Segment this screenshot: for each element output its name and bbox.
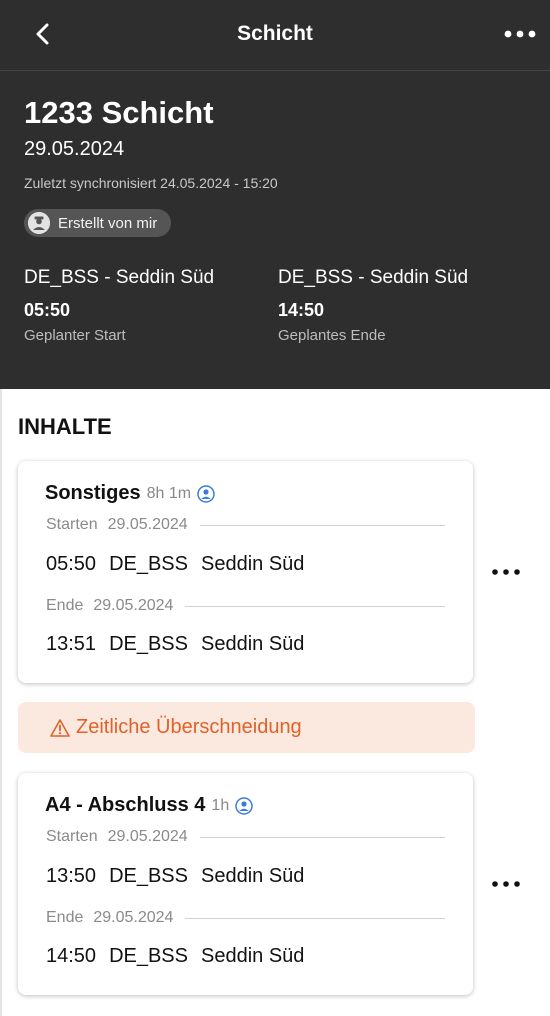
shift-title: 1233 Schicht bbox=[24, 95, 214, 130]
start-station: Seddin Süd bbox=[201, 865, 305, 887]
created-by-label: Erstellt von mir bbox=[58, 214, 158, 232]
person-circle-icon bbox=[197, 484, 215, 503]
start-label: Starten bbox=[46, 516, 98, 533]
end-station-code: DE_BSS bbox=[109, 633, 188, 655]
start-row-header: Starten 29.05.2024 bbox=[46, 828, 445, 846]
end-label: Ende bbox=[46, 909, 84, 926]
person-circle-icon bbox=[235, 796, 253, 815]
end-row-header: Ende 29.05.2024 bbox=[46, 597, 445, 615]
start-date: 29.05.2024 bbox=[107, 516, 188, 533]
start-row: 05:50 DE_BSS Seddin Süd bbox=[46, 553, 317, 576]
user-badge-icon bbox=[28, 212, 50, 234]
divider bbox=[185, 917, 445, 919]
card-title: Sonstiges 8h 1m bbox=[45, 482, 215, 505]
end-row: 13:51 DE_BSS Seddin Süd bbox=[46, 633, 317, 656]
section-title-contents: INHALTE bbox=[18, 414, 112, 439]
end-time: 14:50 bbox=[46, 945, 97, 967]
end-caption: Geplantes Ende bbox=[278, 327, 386, 344]
start-time: 13:50 bbox=[46, 865, 97, 887]
top-nav-bar: Schicht bbox=[0, 0, 550, 71]
end-station: Seddin Süd bbox=[201, 945, 305, 967]
end-date: 29.05.2024 bbox=[93, 597, 174, 614]
start-time: 05:50 bbox=[24, 300, 71, 320]
more-horizontal-icon[interactable] bbox=[490, 879, 522, 889]
end-date: 29.05.2024 bbox=[93, 909, 174, 926]
end-time: 14:50 bbox=[278, 300, 325, 320]
start-date: 29.05.2024 bbox=[107, 828, 188, 845]
warning-triangle-icon bbox=[50, 718, 70, 737]
card-name: Sonstiges bbox=[45, 482, 141, 504]
end-time: 13:51 bbox=[46, 633, 97, 655]
start-row-header: Starten 29.05.2024 bbox=[46, 516, 445, 534]
card-title: A4 - Abschluss 4 1h bbox=[45, 794, 253, 817]
card-name: A4 - Abschluss 4 bbox=[45, 794, 206, 816]
start-row: 13:50 DE_BSS Seddin Süd bbox=[46, 865, 317, 888]
end-label: Ende bbox=[46, 597, 84, 614]
overlap-warning: Zeitliche Überschneidung bbox=[18, 702, 475, 753]
divider bbox=[199, 836, 445, 838]
end-row-header: Ende 29.05.2024 bbox=[46, 909, 445, 927]
sync-status: Zuletzt synchronisiert 24.05.2024 - 15:2… bbox=[24, 175, 278, 191]
start-label: Starten bbox=[46, 828, 98, 845]
divider bbox=[199, 524, 445, 526]
more-horizontal-icon[interactable] bbox=[490, 567, 522, 577]
end-location: DE_BSS - Seddin Süd bbox=[278, 267, 469, 288]
page-title: Schicht bbox=[237, 22, 313, 45]
start-caption: Geplanter Start bbox=[24, 327, 126, 344]
shift-date: 29.05.2024 bbox=[24, 138, 125, 160]
more-options-button[interactable] bbox=[500, 22, 540, 46]
start-station: Seddin Süd bbox=[201, 553, 305, 575]
end-row: 14:50 DE_BSS Seddin Süd bbox=[46, 945, 317, 968]
card-duration: 1h bbox=[211, 796, 230, 814]
more-horizontal-icon bbox=[504, 30, 536, 38]
content-card[interactable]: A4 - Abschluss 4 1h Starten 29.05.2024 1… bbox=[18, 773, 473, 995]
start-station-code: DE_BSS bbox=[109, 865, 188, 887]
end-station: Seddin Süd bbox=[201, 633, 305, 655]
start-location: DE_BSS - Seddin Süd bbox=[24, 267, 215, 288]
warning-text: Zeitliche Überschneidung bbox=[76, 716, 302, 738]
created-by-chip: Erstellt von mir bbox=[24, 209, 172, 237]
start-station-code: DE_BSS bbox=[109, 553, 188, 575]
divider bbox=[185, 605, 445, 607]
start-time: 05:50 bbox=[46, 553, 97, 575]
content-card[interactable]: Sonstiges 8h 1m Starten 29.05.2024 05:50… bbox=[18, 461, 473, 683]
end-station-code: DE_BSS bbox=[109, 945, 188, 967]
card-duration: 8h 1m bbox=[146, 484, 192, 502]
shift-header: 1233 Schicht 29.05.2024 Zuletzt synchron… bbox=[0, 71, 550, 389]
